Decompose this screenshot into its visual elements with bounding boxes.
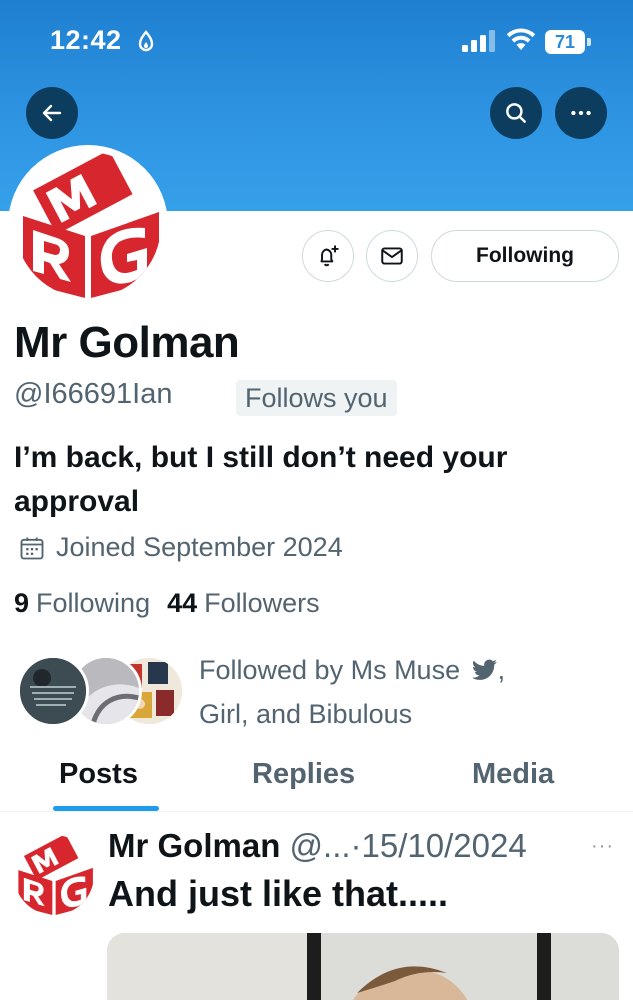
bird-icon — [471, 659, 497, 680]
search-icon — [506, 103, 526, 123]
following-count: 9 — [14, 588, 30, 618]
profile-tabs: Posts Replies Media — [0, 746, 633, 812]
followers-label: Followers — [204, 588, 320, 618]
avatar — [20, 658, 86, 724]
followed-by-suffix: , — [497, 655, 506, 685]
status-bar: 12:42 71 — [0, 0, 633, 80]
tab-replies[interactable]: Replies — [252, 758, 355, 791]
post-header: Mr Golman @...·15/10/2024 — [108, 827, 527, 865]
arrow-left-icon — [42, 104, 62, 122]
tab-posts[interactable]: Posts — [59, 758, 138, 791]
notify-button[interactable] — [302, 230, 354, 282]
message-button[interactable] — [366, 230, 418, 282]
followed-by-line2: Girl, and Bibulous — [199, 699, 413, 729]
follow-counts: 9 Following 44 Followers — [14, 588, 320, 619]
followers-count-link[interactable]: 44 Followers — [167, 588, 320, 619]
more-options-button[interactable] — [555, 87, 607, 139]
wifi-icon — [506, 28, 536, 50]
profile-handle: @I66691Ian — [14, 378, 173, 410]
mrg-logo-icon — [14, 835, 94, 915]
post-date[interactable]: 15/10/2024 — [362, 827, 527, 864]
post-author-name[interactable]: Mr Golman — [108, 827, 280, 864]
profile-name: Mr Golman — [14, 318, 240, 367]
post-more-button[interactable]: ··· — [591, 835, 614, 858]
mrg-logo-icon — [15, 152, 161, 298]
post-image — [107, 933, 619, 1000]
post-author-avatar[interactable] — [14, 835, 94, 915]
bell-plus-icon — [320, 245, 339, 267]
post-separator: · — [350, 827, 362, 864]
mutual-follower-avatar[interactable] — [17, 655, 89, 727]
profile-bio: I’m back, but I still don’t need your ap… — [14, 441, 508, 518]
status-time: 12:42 — [50, 25, 122, 55]
battery-indicator: 71 — [545, 30, 591, 54]
search-button[interactable] — [490, 87, 542, 139]
joined-date: Joined September 2024 — [18, 532, 343, 563]
cellular-signal-icon — [462, 30, 495, 52]
more-horizontal-icon — [571, 110, 591, 116]
focus-icon — [138, 30, 154, 52]
post-text: And just like that..... — [108, 873, 449, 914]
joined-text: Joined September 2024 — [56, 532, 343, 562]
active-tab-indicator — [53, 806, 159, 811]
back-button[interactable] — [26, 87, 78, 139]
post-item[interactable]: Mr Golman @...·15/10/2024 ··· And just l… — [0, 813, 633, 1000]
profile-avatar[interactable] — [8, 145, 168, 305]
calendar-icon — [20, 537, 44, 559]
following-count-link[interactable]: 9 Following — [14, 588, 150, 619]
following-label: Following — [36, 588, 151, 618]
followers-count: 44 — [167, 588, 198, 618]
following-button[interactable]: Following — [431, 230, 619, 282]
post-author-handle: @... — [289, 827, 351, 864]
post-media[interactable] — [107, 933, 619, 1000]
envelope-icon — [381, 247, 403, 265]
follows-you-badge: Follows you — [236, 380, 397, 416]
tab-media[interactable]: Media — [472, 758, 554, 791]
followed-by-text[interactable]: Followed by Ms Muse , Girl, and Bibulous — [199, 648, 619, 736]
followed-by-prefix: Followed by Ms Muse — [199, 655, 461, 685]
battery-level: 71 — [554, 32, 576, 52]
